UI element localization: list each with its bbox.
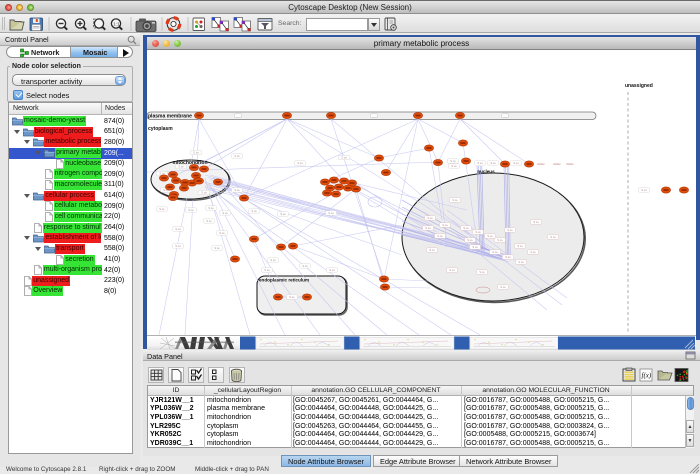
svg-text:S.ce: S.ce xyxy=(442,223,448,227)
svg-text:mitochondrion: mitochondrion xyxy=(173,160,208,166)
svg-text:S.ce: S.ce xyxy=(175,227,181,231)
svg-text:S.ce: S.ce xyxy=(472,245,478,249)
svg-text:S.ce: S.ce xyxy=(341,156,347,160)
svg-text:S.ce: S.ce xyxy=(302,264,308,268)
svg-text:S.ce: S.ce xyxy=(219,231,225,235)
svg-text:S.ce: S.ce xyxy=(475,230,481,234)
svg-text:S.ce: S.ce xyxy=(477,161,483,165)
svg-text:S.ce: S.ce xyxy=(270,258,276,262)
svg-text:S.ce: S.ce xyxy=(201,191,207,195)
svg-text:S.ce: S.ce xyxy=(193,151,199,155)
svg-text:unassigned: unassigned xyxy=(625,83,653,89)
svg-text:S.ce: S.ce xyxy=(175,244,181,248)
svg-text:GOxx: GOxx xyxy=(566,162,574,166)
svg-text:S.ce: S.ce xyxy=(452,198,458,202)
svg-text:S.ce: S.ce xyxy=(641,188,647,192)
svg-text:1:1: 1:1 xyxy=(113,22,120,27)
svg-text:S.ce: S.ce xyxy=(530,250,536,254)
svg-text:S.ce: S.ce xyxy=(429,248,435,252)
svg-text:S.ce: S.ce xyxy=(500,285,506,289)
svg-text:S.ce: S.ce xyxy=(328,211,334,215)
svg-text:S.ce: S.ce xyxy=(234,188,240,192)
svg-text:S.ce: S.ce xyxy=(188,208,194,212)
svg-text:cytoplasm: cytoplasm xyxy=(148,126,173,132)
svg-text:nucleus: nucleus xyxy=(477,169,495,174)
svg-text:S.ce: S.ce xyxy=(206,219,212,223)
svg-text:S.ce: S.ce xyxy=(518,260,524,264)
svg-text:S.ce: S.ce xyxy=(449,268,455,272)
svg-text:S.ce: S.ce xyxy=(264,268,270,272)
svg-text:S.ce: S.ce xyxy=(297,161,303,165)
svg-text:S.ce: S.ce xyxy=(533,220,539,224)
svg-text:S.ce: S.ce xyxy=(550,235,556,239)
svg-text:S.ce: S.ce xyxy=(505,255,511,259)
svg-text:S.ce: S.ce xyxy=(425,226,431,230)
svg-text:S.ce: S.ce xyxy=(437,234,443,238)
svg-text:S.ce: S.ce xyxy=(427,216,433,220)
svg-text:S.ce: S.ce xyxy=(479,270,485,274)
svg-text:S.ce: S.ce xyxy=(329,268,335,272)
svg-text:S.ce: S.ce xyxy=(280,212,286,216)
svg-text:GOxx: GOxx xyxy=(537,162,545,166)
svg-text:S.ce: S.ce xyxy=(451,164,457,168)
svg-text:S.ce: S.ce xyxy=(234,154,240,158)
svg-text:S.ce: S.ce xyxy=(222,211,228,215)
svg-text:GOxx: GOxx xyxy=(553,162,561,166)
svg-text:S.ce: S.ce xyxy=(214,246,220,250)
svg-text:S.ce: S.ce xyxy=(513,161,519,165)
svg-text:S.ce: S.ce xyxy=(208,206,214,210)
svg-text:S.ce: S.ce xyxy=(450,159,456,163)
svg-text:S.ce: S.ce xyxy=(487,234,493,238)
svg-text:S.ce: S.ce xyxy=(467,238,473,242)
svg-text:S.ce: S.ce xyxy=(251,209,257,213)
svg-text:S.ce: S.ce xyxy=(517,244,523,248)
svg-text:endoplasmic reticulum: endoplasmic reticulum xyxy=(259,278,309,283)
svg-text:S.ce: S.ce xyxy=(463,226,469,230)
svg-text:plasma membrane: plasma membrane xyxy=(148,114,192,120)
svg-text:S.ce: S.ce xyxy=(159,207,165,211)
svg-text:S.ce: S.ce xyxy=(507,228,513,232)
svg-text:S.ce: S.ce xyxy=(490,161,496,165)
svg-text:f(x): f(x) xyxy=(642,372,652,380)
svg-text:S.ce: S.ce xyxy=(497,238,503,242)
svg-text:S.ce: S.ce xyxy=(492,250,498,254)
svg-text:S.ce: S.ce xyxy=(289,295,295,299)
